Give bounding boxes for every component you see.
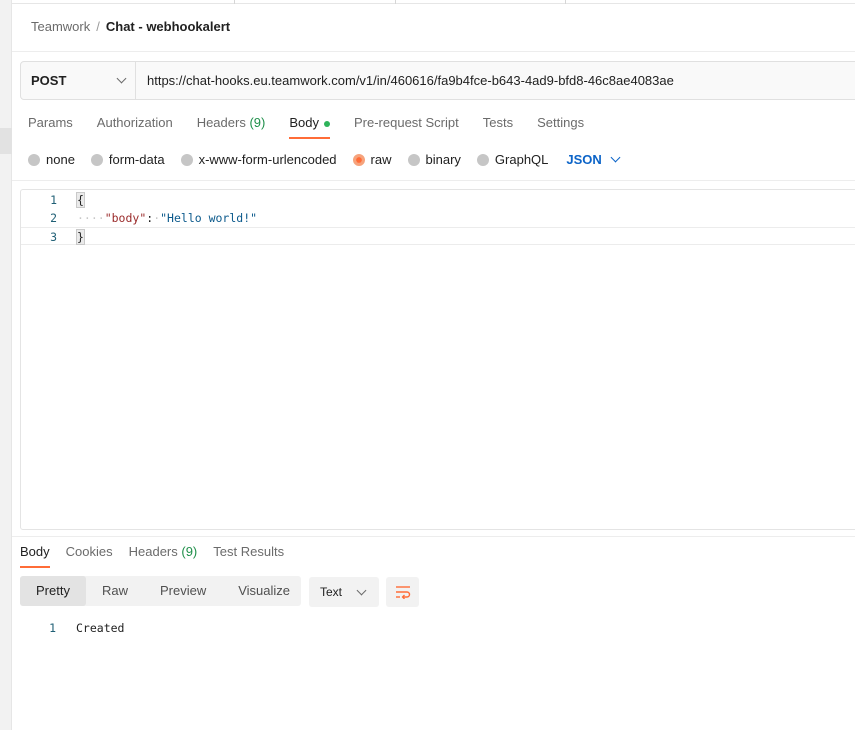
response-format-select[interactable]: Text [309, 577, 379, 607]
tab-params[interactable]: Params [28, 115, 73, 139]
body-mode-none[interactable]: none [28, 152, 75, 167]
response-text: Created [76, 621, 125, 635]
tab-label: Authorization [96, 115, 173, 130]
tab-label: Body [20, 544, 50, 559]
tab-response-headers[interactable]: Headers (9) [129, 544, 198, 568]
code-line: 1 { [21, 191, 855, 209]
line-number: 1 [49, 621, 56, 635]
divider [12, 51, 855, 52]
tab-label: Settings [537, 115, 585, 130]
body-mode-label: binary [425, 152, 461, 167]
code-text: ····"body":·"Hello world!" [77, 209, 257, 227]
top-strip-tick [234, 0, 235, 4]
body-mode-raw[interactable]: raw [352, 152, 392, 167]
request-body-editor[interactable]: 1 { 2 ····"body":·"Hello world!" 3 } [20, 189, 855, 530]
view-preview-button[interactable]: Preview [144, 576, 222, 606]
wrap-lines-button[interactable] [386, 577, 419, 607]
chevron-down-icon [356, 585, 367, 595]
tab-response-cookies[interactable]: Cookies [66, 544, 113, 568]
headers-count: (9) [181, 544, 198, 559]
body-mode-label: none [46, 152, 75, 167]
left-rail [0, 0, 12, 730]
method-select[interactable]: POST [21, 62, 136, 99]
breadcrumb-collection[interactable]: Teamwork [31, 19, 90, 34]
line-number: 1 [50, 193, 57, 207]
radio-icon [180, 153, 193, 166]
body-mode-label: x-www-form-urlencoded [198, 152, 337, 167]
tab-tests[interactable]: Tests [483, 115, 513, 139]
code-line: 2 ····"body":·"Hello world!" [21, 209, 855, 227]
tab-headers[interactable]: Headers (9) [197, 115, 266, 139]
method-label: POST [31, 73, 67, 88]
top-strip-tick [395, 0, 396, 4]
body-mode-label: GraphQL [494, 152, 549, 167]
tab-label: Test Results [213, 544, 285, 559]
wrap-lines-icon [395, 586, 410, 599]
tab-label: Tests [482, 115, 514, 130]
top-strip-tick [565, 0, 566, 4]
chevron-down-icon [116, 73, 127, 84]
response-tabs: Body Cookies Headers (9) Test Results [20, 544, 300, 568]
body-indicator-dot [323, 120, 330, 127]
tab-test-results[interactable]: Test Results [213, 544, 284, 568]
tab-authorization[interactable]: Authorization [97, 115, 173, 139]
line-number: 3 [50, 230, 57, 244]
tab-pre-request-script[interactable]: Pre-request Script [354, 115, 459, 139]
code-line-current: 3 } [21, 227, 855, 245]
format-label: Text [320, 585, 343, 599]
open-brace: { [76, 192, 85, 208]
radio-selected-icon [352, 153, 365, 166]
tab-label: Body [289, 115, 319, 130]
json-value: "Hello world!" [160, 211, 258, 225]
body-mode-label: raw [370, 152, 392, 167]
breadcrumb-separator: / [96, 19, 100, 34]
headers-count: (9) [249, 115, 266, 130]
line-number: 2 [50, 211, 57, 225]
language-select[interactable]: JSON [566, 152, 621, 167]
body-mode-options: none form-data x-www-form-urlencoded raw… [28, 152, 621, 167]
tab-label: Params [28, 115, 73, 130]
body-mode-urlencoded[interactable]: x-www-form-urlencoded [180, 152, 337, 167]
code-text: } [76, 228, 85, 246]
whitespace-markers: ···· [77, 211, 105, 225]
request-tabs: Params Authorization Headers (9) Body Pr… [28, 115, 608, 139]
tab-body[interactable]: Body [289, 115, 330, 139]
body-mode-form-data[interactable]: form-data [90, 152, 165, 167]
tab-response-body[interactable]: Body [20, 544, 50, 568]
url-input[interactable] [136, 62, 855, 99]
divider [12, 180, 855, 181]
tab-settings[interactable]: Settings [537, 115, 584, 139]
radio-icon [407, 153, 420, 166]
view-visualize-button[interactable]: Visualize [222, 576, 306, 606]
body-mode-binary[interactable]: binary [407, 152, 461, 167]
tab-label: Headers [128, 544, 178, 559]
chevron-down-icon [610, 152, 621, 163]
radio-icon [28, 153, 40, 166]
radio-icon [476, 153, 489, 166]
tab-label: Cookies [65, 544, 113, 559]
json-key: "body" [104, 211, 147, 225]
body-mode-graphql[interactable]: GraphQL [476, 152, 549, 167]
view-raw-button[interactable]: Raw [86, 576, 144, 606]
body-mode-label: form-data [108, 152, 165, 167]
top-strip [12, 0, 855, 4]
divider [12, 536, 855, 537]
radio-icon [90, 153, 103, 166]
tab-label: Pre-request Script [353, 115, 459, 130]
response-view-mode-group: Pretty Raw Preview Visualize [20, 576, 301, 606]
view-pretty-button[interactable]: Pretty [20, 576, 86, 606]
request-url-bar: POST [20, 61, 855, 100]
breadcrumb-request-name[interactable]: Chat - webhookalert [106, 19, 230, 34]
breadcrumb: Teamwork / Chat - webhookalert [31, 19, 230, 34]
tab-label: Headers [196, 115, 246, 130]
left-rail-selection [0, 128, 12, 154]
language-label: JSON [566, 152, 602, 167]
code-text: { [76, 191, 85, 209]
close-brace: } [76, 229, 85, 245]
